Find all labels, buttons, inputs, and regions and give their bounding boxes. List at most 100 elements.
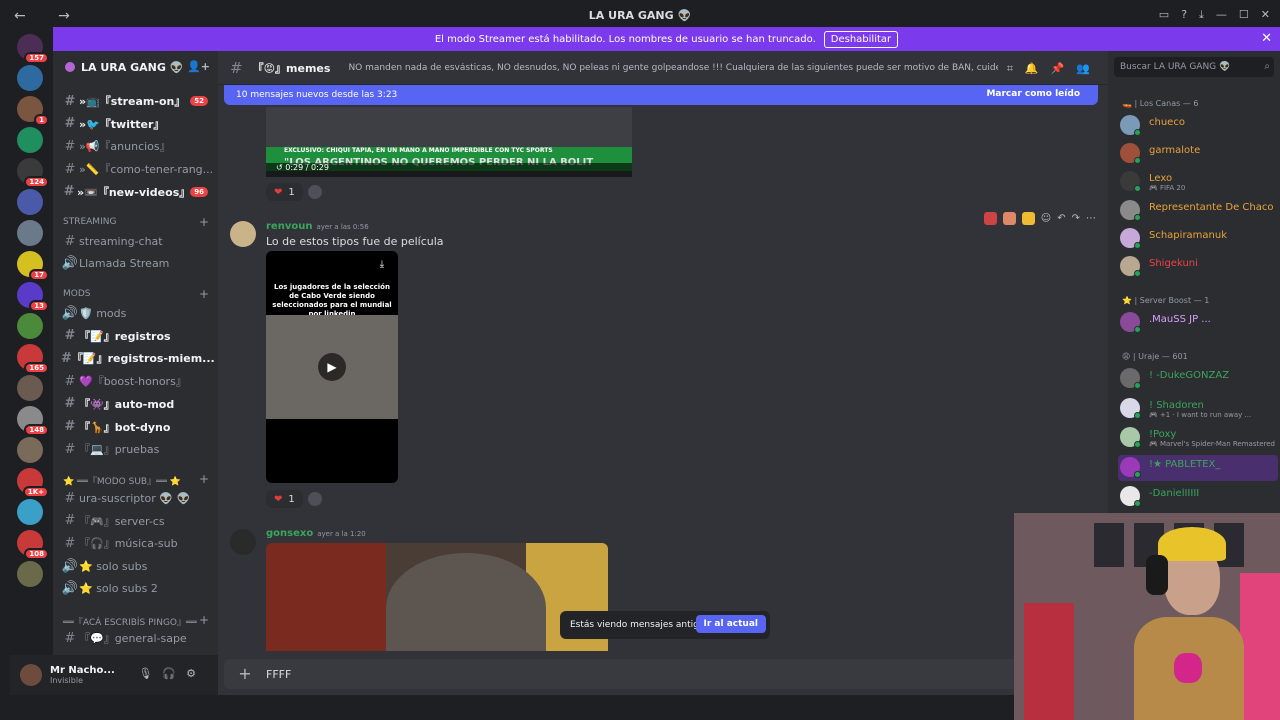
minimize-icon[interactable]: — (1216, 8, 1227, 22)
video-embed[interactable] (266, 543, 608, 651)
member-item[interactable]: Shigekuni (1118, 254, 1278, 280)
video-embed[interactable]: EXCLUSIVO: CHIQUI TAPIA, EN UN MANO A MA… (266, 107, 632, 177)
play-icon[interactable]: ▶ (318, 353, 346, 381)
member-item[interactable]: Lexo 🎮 FIFA 20 (1118, 169, 1278, 195)
server-icon[interactable] (17, 437, 43, 463)
channel-category[interactable]: STREAMING + (63, 215, 209, 229)
quick-reaction-icon[interactable] (1002, 211, 1016, 225)
server-icon[interactable]: 157 (17, 34, 49, 64)
quick-reaction-icon[interactable] (1021, 211, 1035, 225)
member-item[interactable]: !★ PABLETEX_ (1118, 454, 1278, 481)
server-icon[interactable] (17, 375, 43, 401)
channel-item[interactable]: # »🐦『twitter』 (61, 114, 214, 134)
new-messages-bar[interactable]: 10 mensajes nuevos desde las 3:23 Marcar… (224, 85, 1098, 105)
server-icon[interactable]: 165 (17, 344, 49, 374)
channel-item[interactable]: # »📢『anuncios』 (61, 136, 214, 156)
add-channel-icon[interactable]: + (199, 215, 209, 229)
server-icon[interactable]: 108 (17, 530, 49, 560)
server-icon[interactable]: 1 (17, 96, 49, 126)
member-item[interactable]: ! -DukeGONZAZ (1118, 366, 1278, 392)
server-icon[interactable]: 17 (17, 251, 49, 281)
channel-item[interactable]: # 『👾』auto-mod (61, 394, 214, 414)
reply-icon[interactable]: ↶ (1057, 213, 1065, 224)
more-icon[interactable]: ⋯ (1086, 213, 1096, 224)
member-item[interactable]: !Poxy 🎮 Marvel's Spider-Man Remastered (1118, 425, 1278, 451)
server-icon[interactable] (17, 561, 43, 587)
message-author[interactable]: gonsexo (266, 528, 313, 539)
add-reaction-icon[interactable]: ☺ (1041, 213, 1051, 224)
guild-header[interactable]: LA URA GANG 👽 👤+ (53, 51, 218, 83)
message-author[interactable]: renvoun (266, 221, 312, 232)
member-item[interactable]: chueco (1118, 113, 1278, 139)
channel-item[interactable]: # streaming-chat (61, 231, 214, 251)
channel-item[interactable]: # 『🎮』server-cs (61, 511, 214, 531)
avatar[interactable] (20, 664, 42, 686)
server-icon[interactable] (17, 127, 43, 153)
server-icon[interactable]: 124 (17, 158, 49, 188)
add-channel-icon[interactable]: + (199, 287, 209, 301)
server-icon[interactable] (17, 220, 43, 246)
pin-icon[interactable]: 📌 (1051, 62, 1077, 75)
server-icon[interactable] (17, 189, 43, 215)
add-reaction-icon[interactable] (308, 492, 322, 506)
help-icon[interactable]: ? (1181, 8, 1187, 22)
maximize-icon[interactable]: ☐ (1239, 8, 1249, 22)
member-item[interactable]: garmalote (1118, 141, 1278, 167)
forward-icon[interactable]: ↷ (1072, 213, 1080, 224)
avatar[interactable] (230, 221, 256, 247)
channel-topic[interactable]: NO manden nada de esvásticas, NO desnudo… (348, 63, 998, 73)
channel-item[interactable]: # 『🎧』música-sub (61, 533, 214, 553)
microphone-icon[interactable]: 🎙 (138, 667, 162, 680)
video-controls[interactable]: ↺ 0:29 / 0:29 (266, 163, 632, 177)
channel-item[interactable]: # ura-suscriptor 👽 👽 (61, 488, 214, 508)
channel-category[interactable]: ⭐ ══『MODO SUB』══ ⭐ + (63, 472, 209, 487)
jump-to-present-button[interactable]: Ir al actual (695, 615, 766, 633)
channel-item[interactable]: # »📼『new-videos』 96 (61, 182, 214, 202)
channel-item[interactable]: # 『📝』registros (61, 326, 214, 346)
reaction-pill[interactable]: ❤ 1 (266, 490, 303, 508)
members-icon[interactable]: 👥 (1076, 62, 1102, 75)
search-input[interactable]: Buscar LA URA GANG 👽 ⌕ (1114, 57, 1274, 77)
close-icon[interactable]: ✕ (1261, 31, 1272, 46)
server-icon[interactable]: 1K+ (17, 468, 49, 498)
close-window-icon[interactable]: ✕ (1261, 8, 1270, 22)
channel-item[interactable]: # 『💬』general-sape (61, 628, 214, 648)
inbox-icon[interactable]: ▭ (1159, 8, 1169, 22)
quick-reaction-icon[interactable] (983, 211, 997, 225)
mark-as-read-button[interactable]: Marcar como leído (986, 89, 1080, 99)
attach-plus-icon[interactable]: + (236, 665, 254, 683)
channel-item[interactable]: 🔊 ⭐ solo subs (61, 556, 214, 576)
bell-icon[interactable]: 🔔 (1025, 62, 1051, 75)
headphones-icon[interactable]: 🎧 (162, 667, 186, 680)
channel-item[interactable]: # »📏『como-tener-rang... (61, 159, 214, 179)
gear-icon[interactable]: ⚙ (186, 667, 206, 680)
download-icon[interactable]: ⤓ (1199, 8, 1204, 22)
channel-item[interactable]: # 『📝』registros-miem... (61, 348, 215, 368)
channel-category[interactable]: ══『acá escribís pingo』══ + (63, 613, 209, 628)
channel-item[interactable]: 🔊 Llamada Stream (61, 254, 214, 274)
server-icon[interactable] (17, 499, 43, 525)
add-reaction-icon[interactable] (308, 185, 322, 199)
message-input[interactable]: FFFF (266, 668, 291, 681)
member-item[interactable]: .MauSS JP ... (1118, 310, 1278, 336)
channel-item[interactable]: # 💜『boost-honors』 (61, 371, 214, 391)
server-icon[interactable]: 13 (17, 282, 49, 312)
member-item[interactable]: Schapiramanuk (1118, 226, 1278, 252)
add-channel-icon[interactable]: + (199, 613, 209, 627)
video-embed[interactable]: ⤓ Los jugadores de la selección de Cabo … (266, 251, 398, 483)
download-icon[interactable]: ⤓ (372, 255, 392, 275)
member-item[interactable]: -DanielIIIII (1118, 484, 1278, 510)
server-icon[interactable] (17, 313, 43, 339)
replay-icon[interactable]: ↺ (276, 163, 285, 172)
threads-icon[interactable]: ⌗ (1007, 62, 1025, 75)
channel-item[interactable]: # 『💻』pruebas (61, 439, 214, 459)
avatar[interactable] (230, 529, 256, 555)
channel-item[interactable]: 🔊 🛡️ mods (61, 303, 214, 323)
channel-item[interactable]: # 『🦒』bot-dyno (61, 417, 214, 437)
add-channel-icon[interactable]: + (199, 472, 209, 486)
disable-streamer-button[interactable]: Deshabilitar (823, 30, 899, 48)
reaction-pill[interactable]: ❤ 1 (266, 183, 303, 201)
server-icon[interactable]: 148 (17, 406, 49, 436)
server-icon[interactable] (17, 65, 43, 91)
add-member-icon[interactable]: 👤+ (187, 60, 210, 73)
